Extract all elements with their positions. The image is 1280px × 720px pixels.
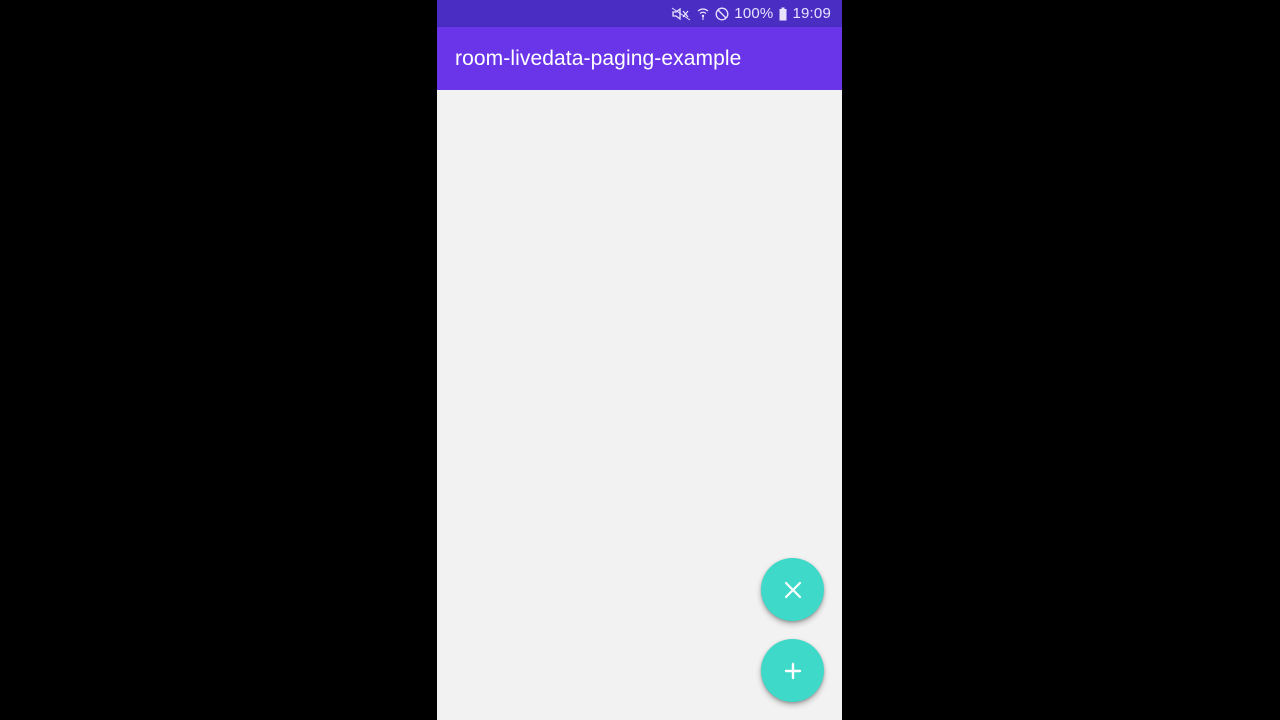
app-title: room-livedata-paging-example <box>455 46 742 70</box>
screen: 100% 19:09 room-livedata-paging-example <box>0 0 1280 720</box>
do-not-disturb-icon <box>715 6 729 22</box>
battery-percent: 100% <box>734 5 774 22</box>
status-time: 19:09 <box>792 5 831 22</box>
phone-screen: 100% 19:09 room-livedata-paging-example <box>437 0 842 720</box>
clear-fab-button[interactable] <box>761 558 824 621</box>
wifi-icon <box>697 6 709 22</box>
add-fab-button[interactable] <box>761 639 824 702</box>
close-icon <box>784 581 802 599</box>
status-bar: 100% 19:09 <box>437 0 842 27</box>
add-icon <box>784 662 802 680</box>
battery-icon <box>779 6 787 22</box>
list-content-area[interactable] <box>437 90 842 720</box>
mute-icon <box>671 6 691 22</box>
app-bar: room-livedata-paging-example <box>437 27 842 90</box>
